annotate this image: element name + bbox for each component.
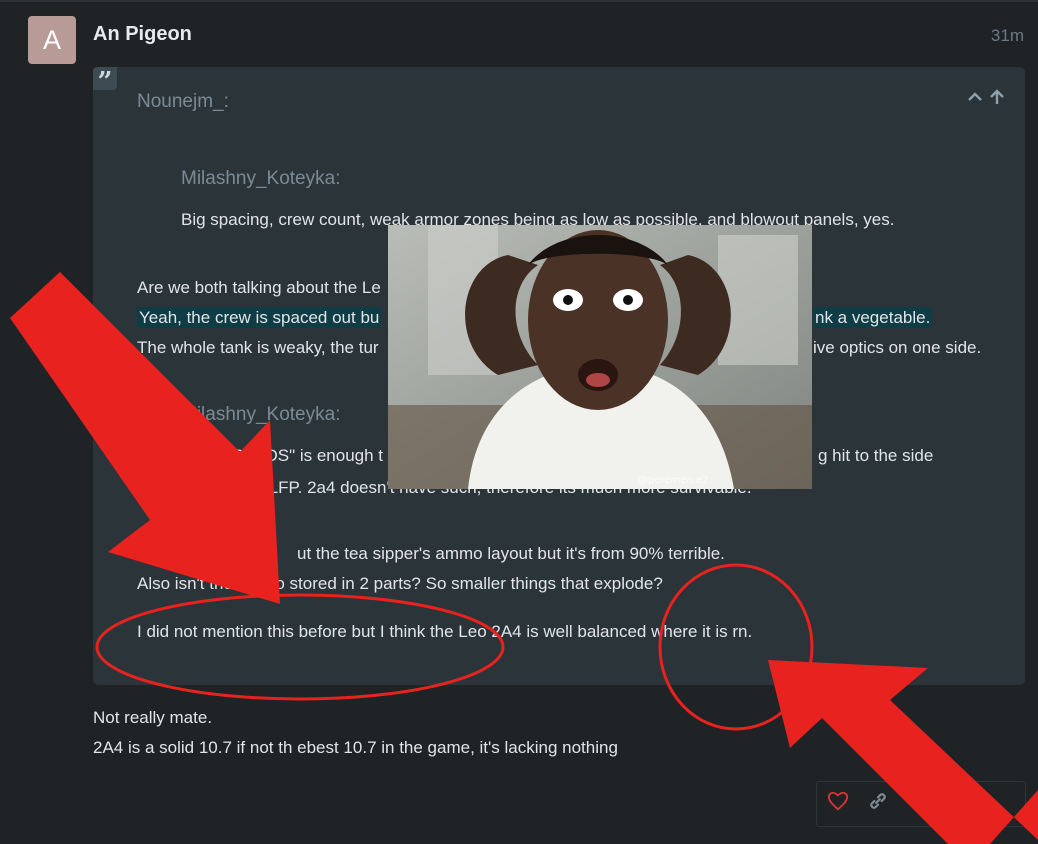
avatar[interactable]: A — [28, 16, 76, 64]
username[interactable]: An Pigeon — [93, 23, 192, 46]
quote-line-end: ive optics on one side. — [813, 338, 982, 357]
reply-line-2: 2A4 is a solid 10.7 if not th ebest 10.7… — [93, 738, 618, 757]
reply-line-1: Not really mate. — [93, 708, 213, 727]
quote-controls — [967, 89, 1005, 110]
quote-line: The whole tank is weaky, the tur — [137, 338, 379, 357]
meme-image: @peremen.e2 — [388, 225, 812, 489]
highlight-text: nk a vegetable. — [813, 307, 933, 328]
quote-line: Also isn't the ammo stored in 2 parts? S… — [137, 574, 663, 593]
quote-line: Are we both talking about the Le — [137, 278, 381, 297]
meme-watermark: @peremen.e2 — [638, 475, 708, 486]
quote-line: I did not mention this before but I thin… — [137, 622, 753, 641]
quote-line-highlight-end: nk a vegetable. — [813, 307, 933, 328]
heart-icon[interactable] — [827, 790, 849, 817]
nested-quote-author[interactable]: Milashny_Koteyka: — [181, 168, 340, 190]
top-divider — [0, 0, 1038, 2]
post-actions — [816, 781, 1026, 827]
highlight-text: Yeah, the crew is spaced out bu — [137, 307, 382, 328]
quote-author[interactable]: Nounejm_: — [137, 91, 229, 113]
link-icon[interactable] — [867, 790, 889, 817]
quote-line: ut the tea sipper's ammo layout but it's… — [297, 544, 725, 563]
nested-quote-text-2: ly APFSDS" is enough t — [205, 446, 384, 465]
chevron-up-icon[interactable] — [967, 89, 983, 110]
post-time[interactable]: 31m — [991, 26, 1024, 46]
quote-icon: ” — [93, 67, 117, 97]
nested-quote-text-2-end: g hit to the side — [818, 446, 934, 465]
quote-line-prefix: I — [137, 544, 142, 563]
nested-quote-author-2[interactable]: Milashny_Koteyka: — [181, 404, 340, 426]
arrow-up-icon[interactable] — [989, 89, 1005, 110]
quote-line-highlight: Yeah, the crew is spaced out bu — [137, 307, 382, 328]
